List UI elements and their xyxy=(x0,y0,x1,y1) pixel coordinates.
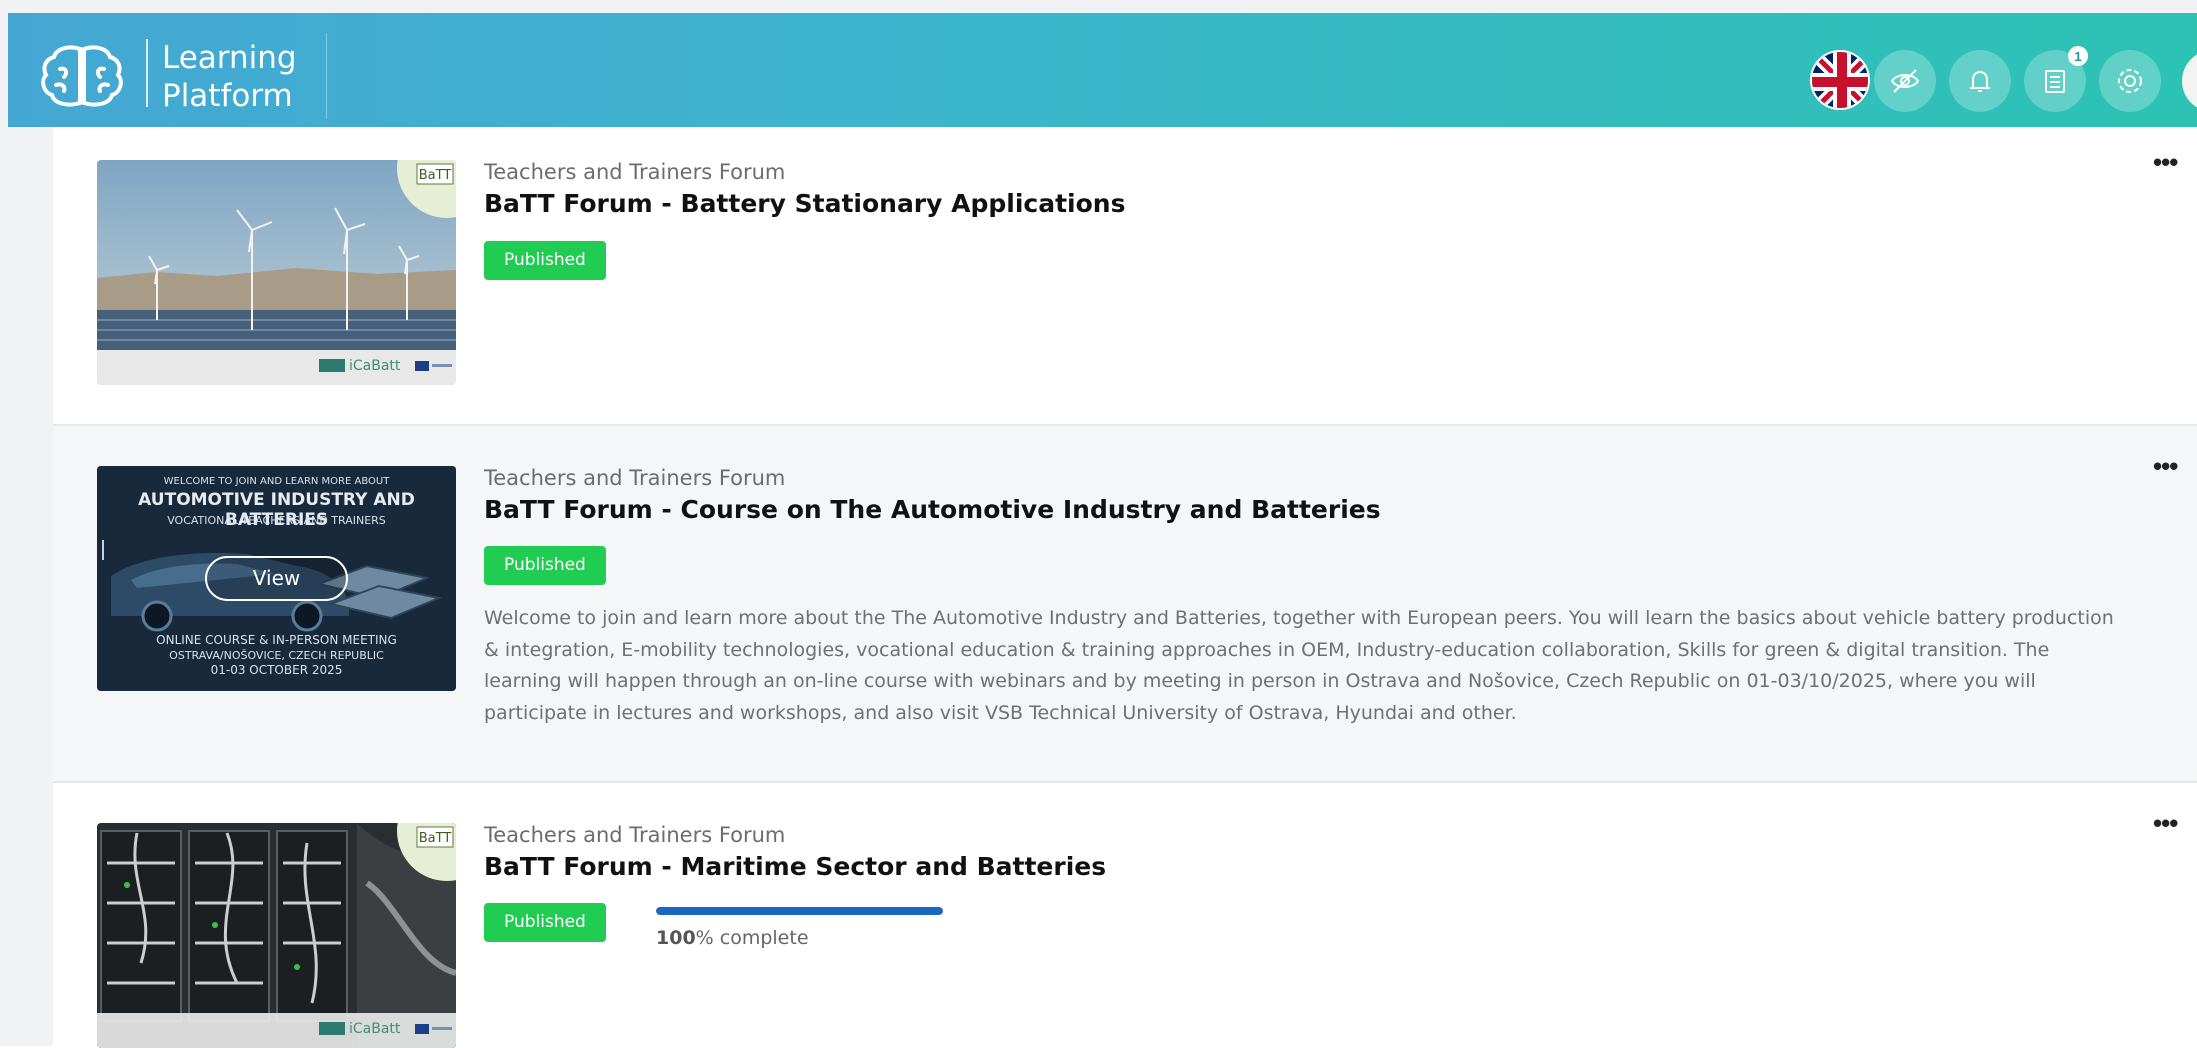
more-options-icon[interactable]: ••• xyxy=(2153,149,2178,175)
thumbnail-line1: WELCOME TO JOIN AND LEARN MORE ABOUT xyxy=(163,476,390,487)
thumbnail-line6: 01-03 OCTOBER 2025 xyxy=(210,663,343,677)
course-title[interactable]: BaTT Forum - Course on The Automotive In… xyxy=(484,495,1381,524)
progress-suffix: % complete xyxy=(695,927,809,949)
course-thumbnail[interactable]: BaTT iCaBatt xyxy=(97,823,456,1048)
progress-bar xyxy=(656,907,943,915)
logo-text: Learning Platform xyxy=(162,39,297,115)
page: Learning Platform 1 BaTT iCaBatt Teacher… xyxy=(0,0,2197,1048)
bell-icon[interactable] xyxy=(1949,50,2011,112)
course-description: Welcome to join and learn more about the… xyxy=(484,607,2114,724)
thumbnail-line3: VOCATIONAL TEACHERS AND TRAINERS xyxy=(167,514,386,527)
logo-line2: Platform xyxy=(162,78,293,114)
status-badge: Published xyxy=(484,241,606,280)
top-bar: Learning Platform 1 xyxy=(8,13,2197,127)
notification-badge: 1 xyxy=(2068,46,2088,66)
more-options-icon[interactable]: ••• xyxy=(2153,810,2178,836)
status-badge: Published xyxy=(484,546,606,585)
course-card: BaTT iCaBatt Teachers and Trainers Forum… xyxy=(53,127,2197,426)
course-title[interactable]: BaTT Forum - Battery Stationary Applicat… xyxy=(484,189,1125,218)
progress-fill xyxy=(656,907,943,915)
list-icon[interactable]: 1 xyxy=(2024,46,2088,112)
uk-flag-icon[interactable] xyxy=(1810,50,1870,110)
progress-value: 100 xyxy=(656,927,696,949)
course-card: WELCOME TO JOIN AND LEARN MORE ABOUT AUT… xyxy=(53,426,2197,782)
course-thumbnail[interactable]: BaTT iCaBatt xyxy=(97,160,456,385)
course-category: Teachers and Trainers Forum xyxy=(484,466,786,490)
course-title[interactable]: BaTT Forum - Maritime Sector and Batteri… xyxy=(484,852,1106,881)
thumbnail-line4: ONLINE COURSE & IN-PERSON MEETING xyxy=(156,633,397,647)
view-button[interactable]: View xyxy=(205,556,348,601)
logo[interactable]: Learning Platform xyxy=(38,35,338,114)
brain-icon xyxy=(41,45,123,107)
thumbnail-brand: iCaBatt xyxy=(349,358,401,374)
course-thumbnail[interactable]: WELCOME TO JOIN AND LEARN MORE ABOUT AUT… xyxy=(97,466,456,691)
gear-icon[interactable] xyxy=(2099,50,2161,112)
thumbnail-line5: OSTRAVA/NOŠOVICE, CZECH REPUBLIC xyxy=(169,649,384,662)
logo-line1: Learning xyxy=(162,40,297,76)
more-options-icon[interactable]: ••• xyxy=(2153,453,2178,479)
thumbnail-tag: BaTT xyxy=(419,831,452,846)
header-divider xyxy=(326,33,327,119)
logo-separator xyxy=(146,39,148,107)
avatar[interactable] xyxy=(2182,50,2197,112)
progress-label: 100% complete xyxy=(656,927,809,949)
thumbnail-tag: BaTT xyxy=(419,168,452,183)
thumbnail-brand: iCaBatt xyxy=(349,1021,401,1037)
course-category: Teachers and Trainers Forum xyxy=(484,160,786,184)
course-category: Teachers and Trainers Forum xyxy=(484,823,786,847)
status-badge: Published xyxy=(484,903,606,942)
eye-slash-icon[interactable] xyxy=(1874,50,1936,112)
course-card: BaTT iCaBatt Teachers and Trainers Forum… xyxy=(53,783,2197,1048)
course-list: BaTT iCaBatt Teachers and Trainers Forum… xyxy=(53,127,2197,1048)
